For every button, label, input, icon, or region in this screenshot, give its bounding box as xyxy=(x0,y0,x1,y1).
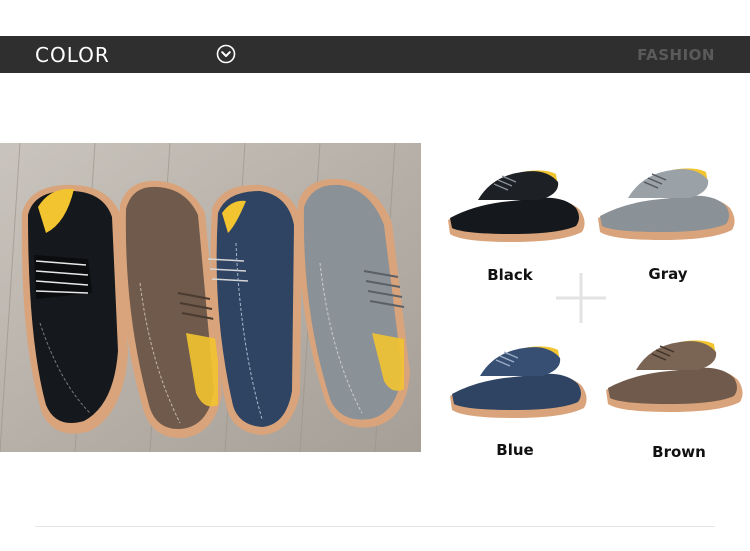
section-title: COLOR xyxy=(35,43,110,67)
header-tagline: FASHION xyxy=(637,46,715,64)
variant-label-gray: Gray xyxy=(648,265,688,283)
variant-label-blue: Blue xyxy=(496,441,534,459)
bottom-divider xyxy=(35,526,715,527)
variant-thumb-gray[interactable] xyxy=(592,158,742,250)
variant-thumb-brown[interactable] xyxy=(600,330,750,422)
divider-cross-decoration xyxy=(556,273,606,323)
chevron-down-circle-icon[interactable] xyxy=(216,44,236,64)
product-lifestyle-photo xyxy=(0,143,421,452)
black-shoe-photo xyxy=(21,184,129,434)
section-header-bar: COLOR FASHION xyxy=(0,36,750,73)
variant-label-brown: Brown xyxy=(652,443,706,461)
variant-label-black: Black xyxy=(487,266,533,284)
variant-thumb-black[interactable] xyxy=(442,160,592,252)
variant-thumb-blue[interactable] xyxy=(444,336,594,428)
